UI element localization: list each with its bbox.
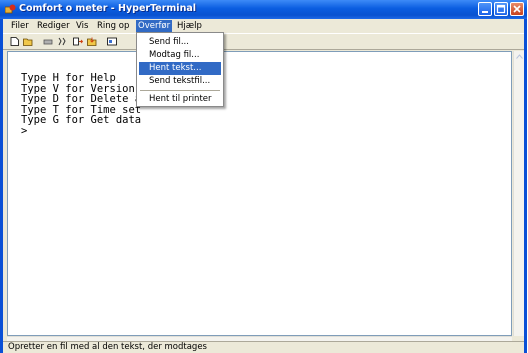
toolbar (3, 33, 524, 50)
maximize-icon (496, 4, 506, 14)
terminal-line: Type G for Get data (21, 114, 142, 127)
menu-item-hent-til-printer[interactable]: Hent til printer (139, 93, 221, 106)
menu-overfor[interactable]: Overfør (136, 20, 173, 32)
menu-item-send-tekstfil[interactable]: Send tekstfil... (139, 75, 221, 88)
minimize-button[interactable] (478, 2, 492, 16)
close-button[interactable] (510, 2, 524, 16)
overfor-menu-dropdown: Send fil... Modtag fil... Hent tekst... … (136, 32, 224, 107)
menu-filer[interactable]: Filer (9, 20, 31, 32)
properties-icon[interactable] (107, 37, 117, 46)
terminal-area[interactable]: Type H for Help Type V for Version Type D … (7, 51, 512, 336)
maximize-button[interactable] (494, 2, 508, 16)
menu-separator (140, 90, 220, 91)
terminal-prompt: > (21, 124, 28, 137)
new-icon[interactable] (10, 37, 20, 46)
menu-rediger[interactable]: Rediger (35, 20, 72, 32)
status-text: Opretter en fil med al den tekst, der mo… (8, 342, 207, 352)
close-icon (513, 5, 521, 13)
send-icon[interactable] (73, 37, 83, 46)
hyperterminal-app-icon (5, 4, 16, 14)
open-icon[interactable] (23, 37, 33, 46)
menu-ring-op[interactable]: Ring op (95, 20, 131, 32)
status-bar: Opretter en fil med al den tekst, der mo… (3, 341, 524, 353)
connect-icon[interactable] (43, 37, 53, 46)
menu-bar: Filer Rediger Vis Ring op Overfør Hjælp (3, 19, 524, 33)
hyperterminal-window: Comfort o meter - HyperTerminal Filer Re… (0, 0, 527, 353)
menu-item-hent-tekst[interactable]: Hent tekst... (139, 62, 221, 75)
scroll-up-icon[interactable] (516, 54, 523, 59)
title-bar[interactable]: Comfort o meter - HyperTerminal (0, 0, 527, 19)
terminal-output: Type H for Help Type V for Version Type D … (21, 73, 141, 137)
menu-hjaelp[interactable]: Hjælp (175, 20, 204, 32)
terminal-line: Type H for Help (21, 72, 116, 84)
menu-item-modtag-fil[interactable]: Modtag fil... (139, 49, 221, 62)
window-title: Comfort o meter - HyperTerminal (19, 3, 196, 14)
disconnect-icon[interactable] (57, 37, 67, 46)
receive-icon[interactable] (87, 37, 97, 46)
menu-vis[interactable]: Vis (74, 20, 90, 32)
menu-item-send-fil[interactable]: Send fil... (139, 36, 221, 49)
vertical-scrollbar[interactable] (513, 51, 524, 336)
minimize-icon (482, 11, 488, 13)
